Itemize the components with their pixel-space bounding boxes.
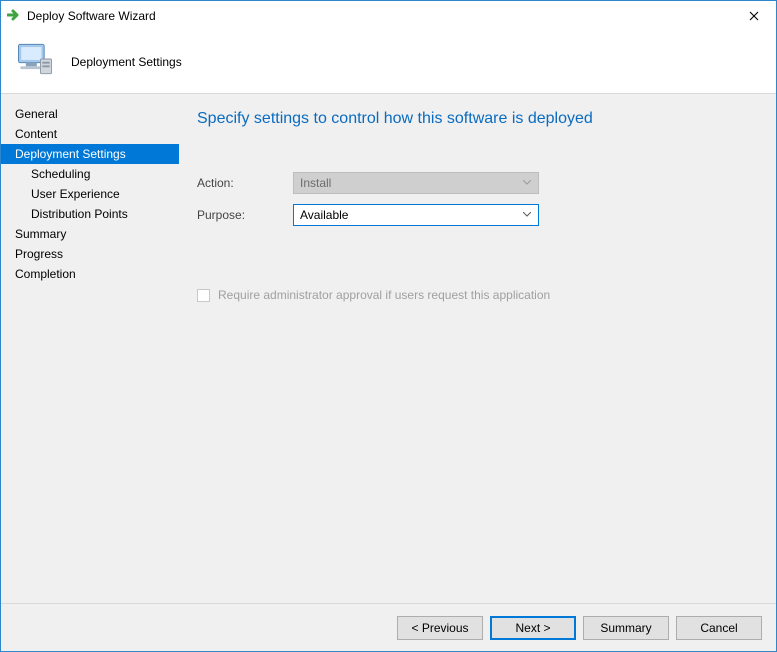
sidebar-item-scheduling[interactable]: Scheduling — [1, 164, 179, 184]
summary-button[interactable]: Summary — [583, 616, 669, 640]
window-title: Deploy Software Wizard — [23, 9, 732, 23]
sidebar-item-completion[interactable]: Completion — [1, 264, 179, 284]
content-heading: Specify settings to control how this sof… — [197, 110, 746, 128]
page-title: Deployment Settings — [71, 55, 182, 69]
sidebar-item-general[interactable]: General — [1, 104, 179, 124]
purpose-value: Available — [300, 208, 520, 222]
approval-checkbox — [197, 289, 210, 302]
wizard-footer: < Previous Next > Summary Cancel — [1, 603, 776, 651]
sidebar-item-content[interactable]: Content — [1, 124, 179, 144]
sidebar-item-progress[interactable]: Progress — [1, 244, 179, 264]
action-dropdown: Install — [293, 172, 539, 194]
wizard-header: Deployment Settings — [1, 31, 776, 93]
action-value: Install — [300, 176, 520, 190]
sidebar-item-deployment-settings[interactable]: Deployment Settings — [1, 144, 179, 164]
purpose-label: Purpose: — [197, 208, 293, 222]
sidebar-item-summary[interactable]: Summary — [1, 224, 179, 244]
previous-button[interactable]: < Previous — [397, 616, 483, 640]
purpose-row: Purpose: Available — [197, 204, 746, 226]
app-icon — [7, 7, 23, 26]
sidebar-item-user-experience[interactable]: User Experience — [1, 184, 179, 204]
titlebar: Deploy Software Wizard — [1, 1, 776, 31]
cancel-button[interactable]: Cancel — [676, 616, 762, 640]
approval-row: Require administrator approval if users … — [197, 288, 746, 302]
action-label: Action: — [197, 176, 293, 190]
approval-label: Require administrator approval if users … — [218, 288, 550, 302]
next-button[interactable]: Next > — [490, 616, 576, 640]
wizard-sidebar: GeneralContentDeployment SettingsSchedul… — [1, 94, 179, 603]
chevron-down-icon — [520, 180, 534, 186]
action-row: Action: Install — [197, 172, 746, 194]
sidebar-item-distribution-points[interactable]: Distribution Points — [1, 204, 179, 224]
wizard-window: Deploy Software Wizard Deployment Settin… — [0, 0, 777, 652]
chevron-down-icon — [520, 212, 534, 218]
close-button[interactable] — [732, 1, 776, 31]
wizard-content: Specify settings to control how this sof… — [179, 94, 776, 603]
computer-icon — [13, 37, 57, 84]
purpose-dropdown[interactable]: Available — [293, 204, 539, 226]
wizard-body: GeneralContentDeployment SettingsSchedul… — [1, 94, 776, 603]
